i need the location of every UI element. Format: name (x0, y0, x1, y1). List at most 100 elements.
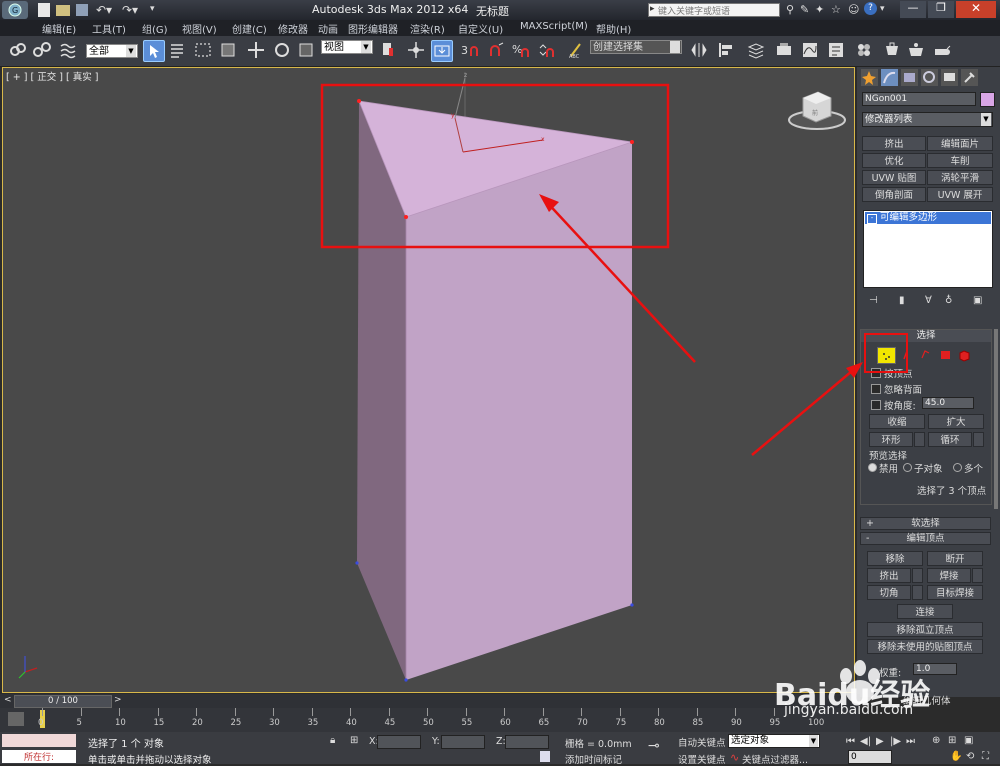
goto-end-icon[interactable]: ⏭ (906, 736, 915, 747)
snaps-toggle-icon[interactable]: 3 (460, 40, 480, 60)
remove-isolated-vertices-button[interactable]: 移除孤立顶点 (867, 622, 983, 637)
window-crossing-icon[interactable] (218, 40, 238, 60)
perspective-viewport[interactable]: [ + ] [ 正交 ] [ 真实 ] x y z 前 (2, 67, 855, 693)
absolute-mode-icon[interactable]: ⊞ (350, 735, 358, 746)
key-icon[interactable]: ✎ (800, 3, 809, 16)
loop-settings-button[interactable] (973, 432, 984, 447)
menu-maxscript[interactable]: MAXScript(M) (520, 21, 588, 32)
star-icon[interactable]: ☆ (831, 3, 841, 16)
key-filters-icon[interactable]: ∿ (730, 751, 739, 764)
zoom-all-icon[interactable]: ⊞ (948, 735, 956, 746)
modifier-bevel-profile-button[interactable]: 倒角剖面 (862, 187, 926, 202)
pin-stack-icon[interactable]: ⊣ (869, 295, 878, 306)
connect-button[interactable]: 连接 (897, 604, 953, 619)
preview-multi-radio[interactable] (953, 463, 962, 472)
play-icon[interactable]: ▶ (876, 736, 884, 747)
lock-selection-icon[interactable]: 🔒︎ (330, 735, 335, 746)
modifier-edit-patch-button[interactable]: 编辑面片 (927, 136, 993, 151)
menu-modifiers[interactable]: 修改器 (278, 21, 308, 36)
goto-start-icon[interactable]: ⏮ (846, 736, 855, 747)
soft-selection-rollout[interactable]: + 软选择 (860, 517, 991, 530)
modifier-extrude-button[interactable]: 挤出 (862, 136, 926, 151)
add-time-tag-icon[interactable] (540, 751, 550, 762)
rendered-frame-icon[interactable] (906, 40, 926, 60)
remove-unused-map-verts-button[interactable]: 移除未使用的贴图顶点 (867, 639, 983, 654)
reference-coordinate-dropdown[interactable]: 视图 ▼ (321, 40, 373, 54)
x-coordinate-field[interactable] (377, 735, 421, 749)
menu-rendering[interactable]: 渲染(R) (410, 21, 445, 36)
mirror-icon[interactable] (690, 40, 710, 60)
redo-icon[interactable]: ↷▾ (122, 3, 138, 17)
auto-key-button[interactable]: 自动关键点 (678, 735, 726, 749)
render-setup-icon[interactable] (882, 40, 902, 60)
utilities-tab-icon[interactable] (961, 69, 978, 86)
next-frame-icon[interactable]: |▶ (890, 736, 901, 747)
selected-object-dropdown[interactable]: 选定对象 ▼ (728, 734, 820, 748)
weld-settings-button[interactable] (972, 568, 983, 583)
link-icon[interactable] (8, 40, 28, 60)
pan-icon[interactable]: ✋ (950, 751, 962, 762)
ignore-backfacing-checkbox[interactable] (871, 384, 881, 394)
maximize-viewport-icon[interactable]: ⛶ (982, 751, 989, 762)
extrude-button[interactable]: 挤出 (867, 568, 911, 583)
object-color-swatch[interactable] (980, 92, 995, 107)
maxscript-line-field[interactable]: 所在行: (2, 750, 76, 763)
save-file-icon[interactable] (76, 4, 88, 16)
menu-tools[interactable]: 工具(T) (92, 21, 126, 36)
vertex[interactable] (404, 678, 408, 682)
time-slider[interactable]: < 0 / 100 > (0, 694, 860, 708)
selected-vertex[interactable] (630, 140, 634, 144)
y-coordinate-field[interactable] (441, 735, 485, 749)
vertex[interactable] (630, 603, 634, 607)
modifier-lathe-button[interactable]: 车削 (927, 153, 993, 168)
search-box[interactable]: ▸ 键入关键字或短语 (648, 3, 780, 17)
zoom-icon[interactable]: ⊕ (932, 735, 940, 746)
orbit-icon[interactable]: ⟲ (966, 751, 974, 762)
modifier-turbosmooth-button[interactable]: 涡轮平滑 (927, 170, 993, 185)
weld-button[interactable]: 焊接 (927, 568, 971, 583)
menu-help[interactable]: 帮助(H) (596, 21, 631, 36)
undo-icon[interactable]: ↶▾ (96, 3, 112, 17)
display-tab-icon[interactable] (941, 69, 958, 86)
select-manipulate-icon[interactable] (406, 40, 426, 60)
panel-scrollbar[interactable] (994, 329, 998, 509)
break-button[interactable]: 断开 (927, 551, 983, 566)
preview-subobj-radio[interactable] (903, 463, 912, 472)
new-file-icon[interactable] (38, 3, 50, 17)
ring-settings-button[interactable] (914, 432, 925, 447)
grow-button[interactable]: 扩大 (928, 414, 984, 429)
modifier-uvw-map-button[interactable]: UVW 贴图 (862, 170, 926, 185)
border-mode-icon[interactable] (917, 347, 934, 362)
menu-group[interactable]: 组(G) (142, 21, 168, 36)
selected-vertex[interactable] (404, 215, 408, 219)
zoom-extents-icon[interactable]: ▣ (964, 735, 973, 746)
close-button[interactable]: ✕ (956, 1, 996, 18)
motion-tab-icon[interactable] (921, 69, 938, 86)
loop-button[interactable]: 循环 (928, 432, 972, 447)
modifier-optimize-button[interactable]: 优化 (862, 153, 926, 168)
keyboard-shortcut-toggle-icon[interactable] (431, 40, 453, 62)
move-icon[interactable] (246, 40, 266, 60)
select-by-name-icon[interactable] (167, 40, 187, 60)
help-dropdown-icon[interactable]: ▾ (880, 4, 885, 14)
create-tab-icon[interactable] (861, 69, 878, 86)
prev-frame-icon[interactable]: ◀| (860, 736, 871, 747)
configure-modifier-sets-icon[interactable]: ▣ (973, 295, 982, 306)
tools-icon[interactable]: ✦ (815, 3, 824, 16)
graphite-tools-icon[interactable] (774, 40, 794, 60)
edit-named-selection-icon[interactable]: ABC (566, 40, 586, 60)
viewcube-icon[interactable]: 前 (788, 91, 846, 130)
by-angle-spinner[interactable]: 45.0 (922, 397, 974, 409)
element-mode-icon[interactable] (956, 347, 973, 362)
modifier-stack[interactable]: - 可编辑多边形 (863, 210, 993, 288)
modifier-uvw-unwrap-button[interactable]: UVW 展开 (927, 187, 993, 202)
unlink-icon[interactable] (32, 40, 52, 60)
hierarchy-tab-icon[interactable] (901, 69, 918, 86)
make-unique-icon[interactable]: ∀ (925, 295, 932, 306)
percent-snap-icon[interactable]: % (511, 40, 531, 60)
vertex[interactable] (355, 561, 359, 565)
chamfer-settings-button[interactable] (912, 585, 923, 600)
layer-manager-icon[interactable] (746, 40, 766, 60)
angle-snap-icon[interactable] (486, 40, 506, 60)
time-slider-prev-icon[interactable]: < (4, 695, 12, 705)
